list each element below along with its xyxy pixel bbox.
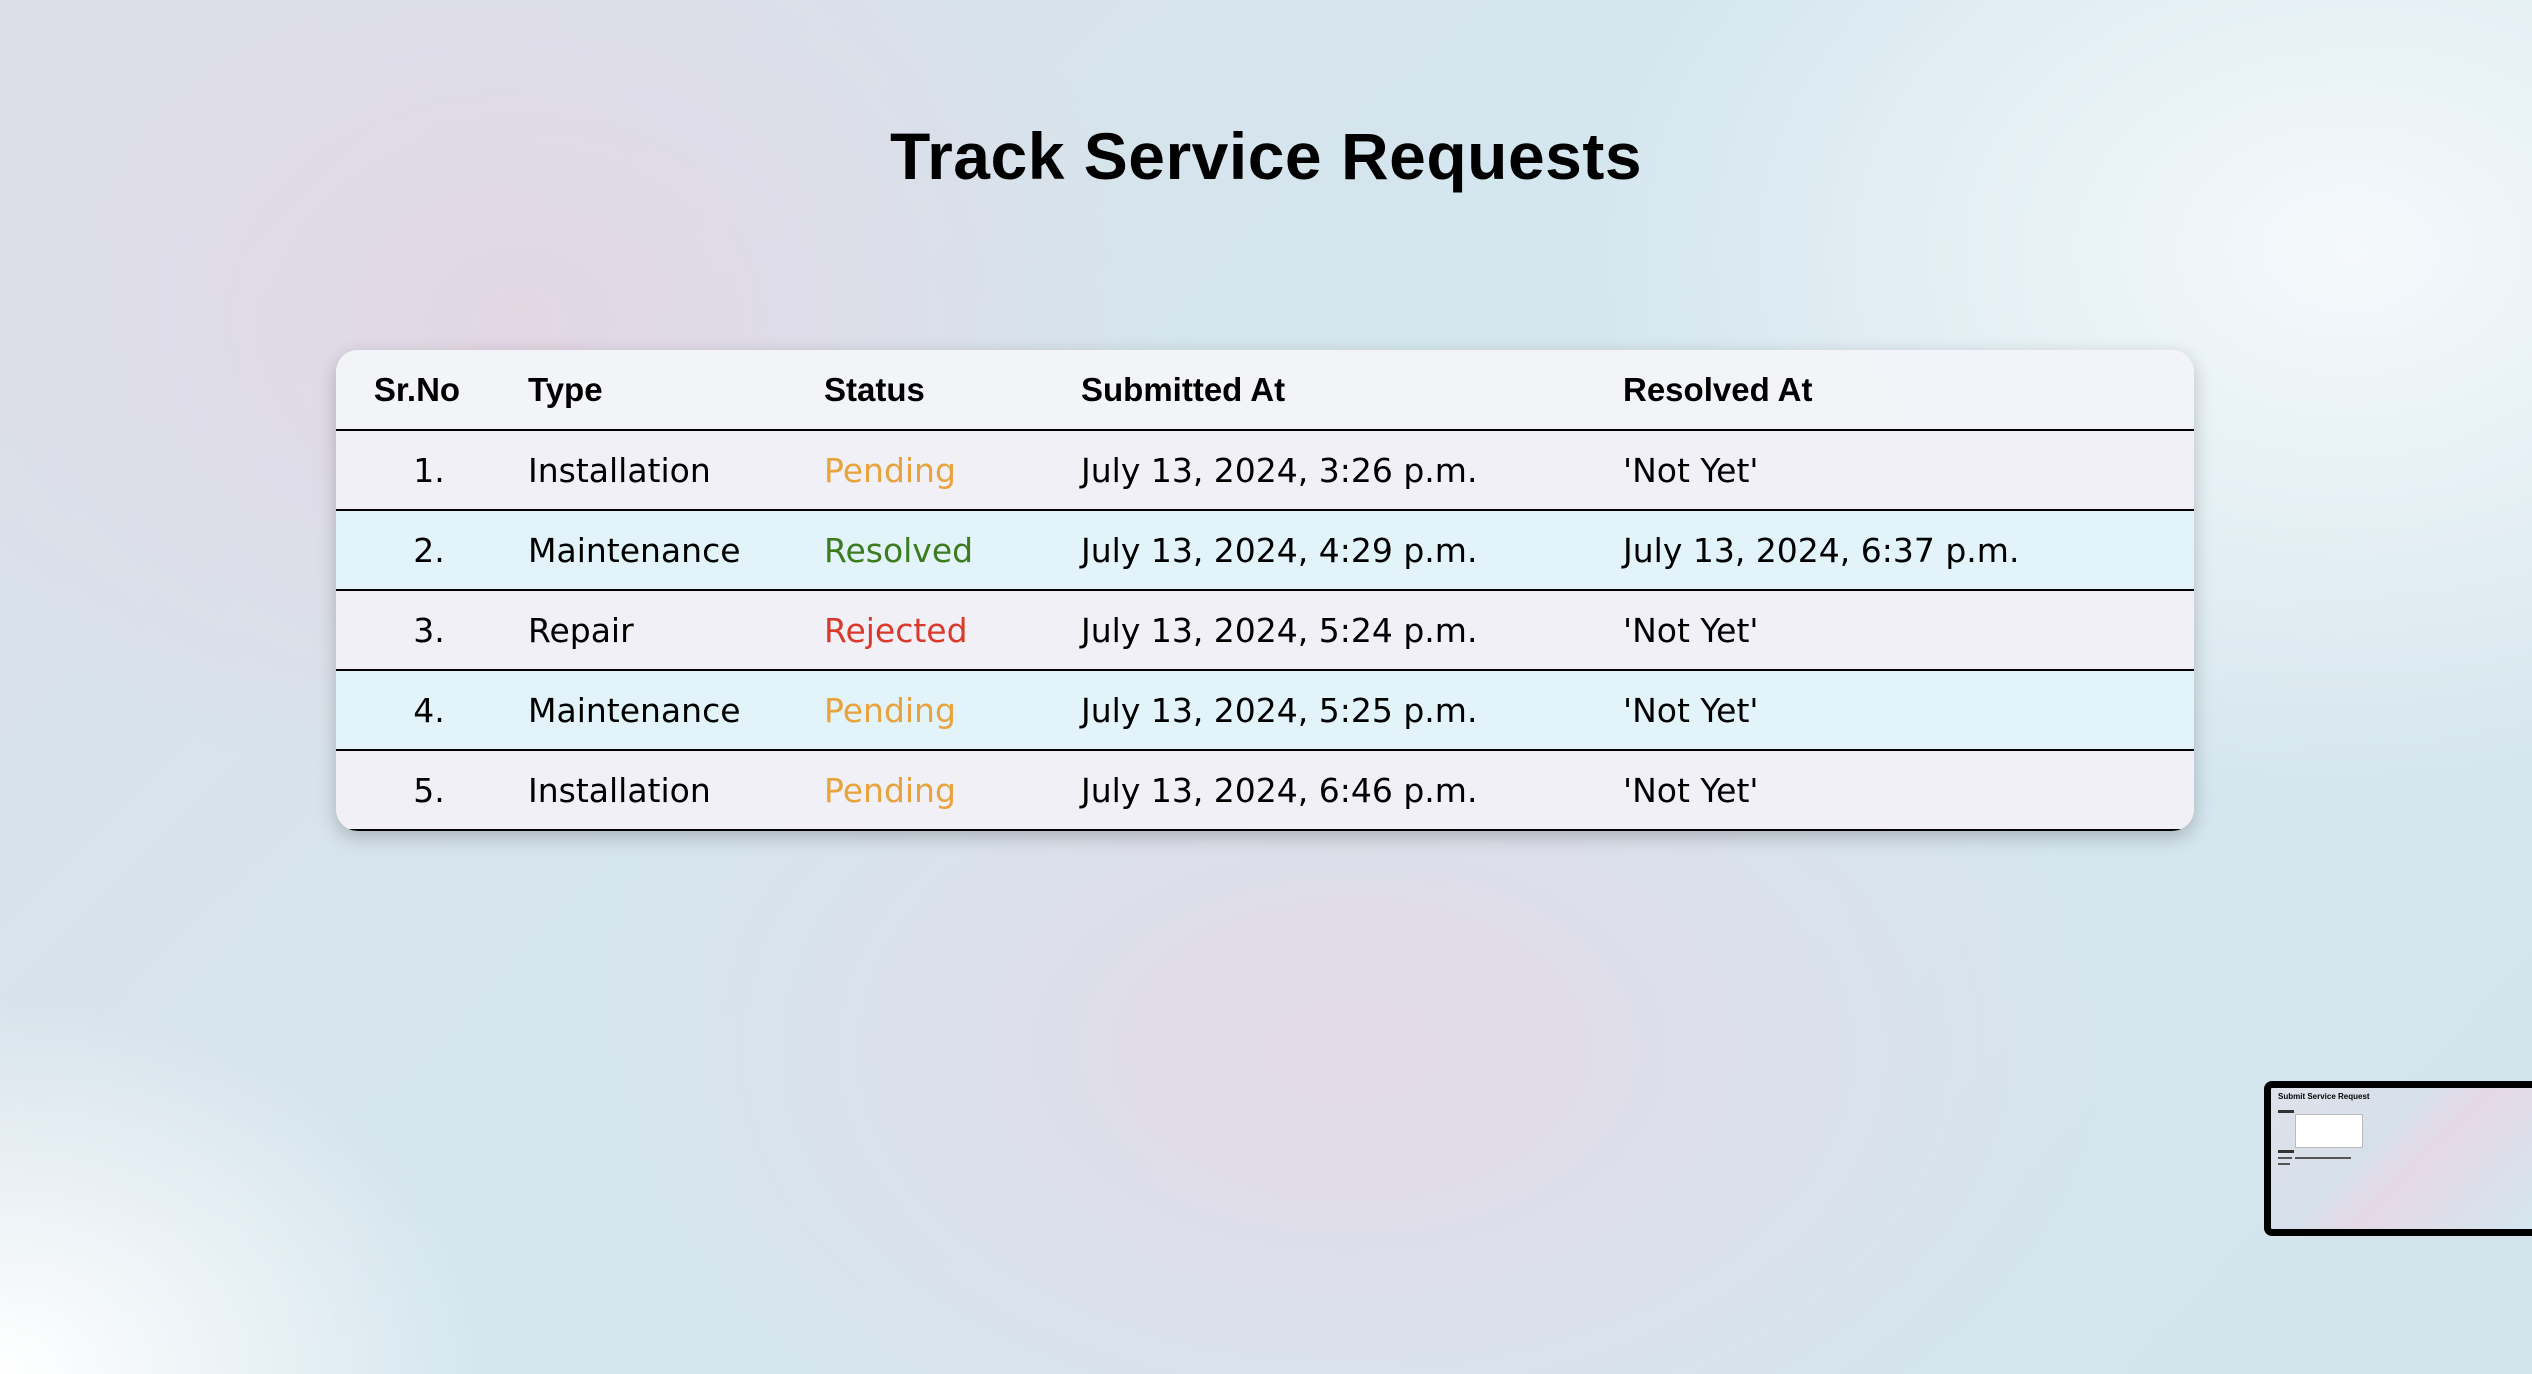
cell-resolved-at: 'Not Yet' [1623,750,2194,831]
header-type: Type [498,350,824,431]
cell-type: Maintenance [498,510,824,591]
header-srno: Sr.No [336,350,498,431]
cell-status: Resolved [824,510,1081,591]
table-row: 5. Installation Pending July 13, 2024, 6… [336,750,2194,831]
cell-submitted-at: July 13, 2024, 5:24 p.m. [1081,590,1623,671]
cell-type: Repair [498,590,824,671]
cell-submitted-at: July 13, 2024, 4:29 p.m. [1081,510,1623,591]
cell-srno: 5. [336,750,498,831]
cell-submitted-at: July 13, 2024, 3:26 p.m. [1081,430,1623,511]
cell-type: Installation [498,430,824,511]
thumbnail-text-line [2278,1163,2290,1165]
table-row: 1. Installation Pending July 13, 2024, 3… [336,430,2194,511]
cell-type: Maintenance [498,670,824,751]
cell-status: Pending [824,430,1081,511]
thumbnail-text-line [2278,1157,2292,1159]
page-title: Track Service Requests [889,119,1643,193]
cell-status: Rejected [824,590,1081,671]
cell-type: Installation [498,750,824,831]
cell-resolved-at: 'Not Yet' [1623,590,2194,671]
table-row: 2. Maintenance Resolved July 13, 2024, 4… [336,510,2194,591]
cell-resolved-at: July 13, 2024, 6:37 p.m. [1623,510,2194,591]
thumbnail-textarea [2295,1114,2363,1148]
header-status: Status [824,350,1081,431]
submit-request-window-thumbnail[interactable]: Submit Service Request [2264,1081,2532,1236]
table-header: Sr.No Type Status Submitted At Resolved … [336,350,2194,431]
thumbnail-title: Submit Service Request [2278,1092,2370,1101]
cell-submitted-at: July 13, 2024, 5:25 p.m. [1081,670,1623,751]
cell-submitted-at: July 13, 2024, 6:46 p.m. [1081,750,1623,831]
table-body: 1. Installation Pending July 13, 2024, 3… [336,430,2194,831]
cell-srno: 1. [336,430,498,511]
thumbnail-field-label [2278,1150,2294,1153]
table-header-row: Sr.No Type Status Submitted At Resolved … [336,350,2194,431]
table-row: 4. Maintenance Pending July 13, 2024, 5:… [336,670,2194,751]
cell-srno: 3. [336,590,498,671]
cell-status: Pending [824,750,1081,831]
header-submitted-at: Submitted At [1081,350,1623,431]
service-requests-table: Sr.No Type Status Submitted At Resolved … [336,350,2194,831]
cell-resolved-at: 'Not Yet' [1623,670,2194,751]
cell-srno: 4. [336,670,498,751]
header-resolved-at: Resolved At [1623,350,2194,431]
cell-srno: 2. [336,510,498,591]
cell-resolved-at: 'Not Yet' [1623,430,2194,511]
thumbnail-field-label [2278,1110,2294,1113]
thumbnail-text-line [2295,1157,2351,1159]
service-requests-table-card: Sr.No Type Status Submitted At Resolved … [336,350,2194,831]
table-row: 3. Repair Rejected July 13, 2024, 5:24 p… [336,590,2194,671]
cell-status: Pending [824,670,1081,751]
